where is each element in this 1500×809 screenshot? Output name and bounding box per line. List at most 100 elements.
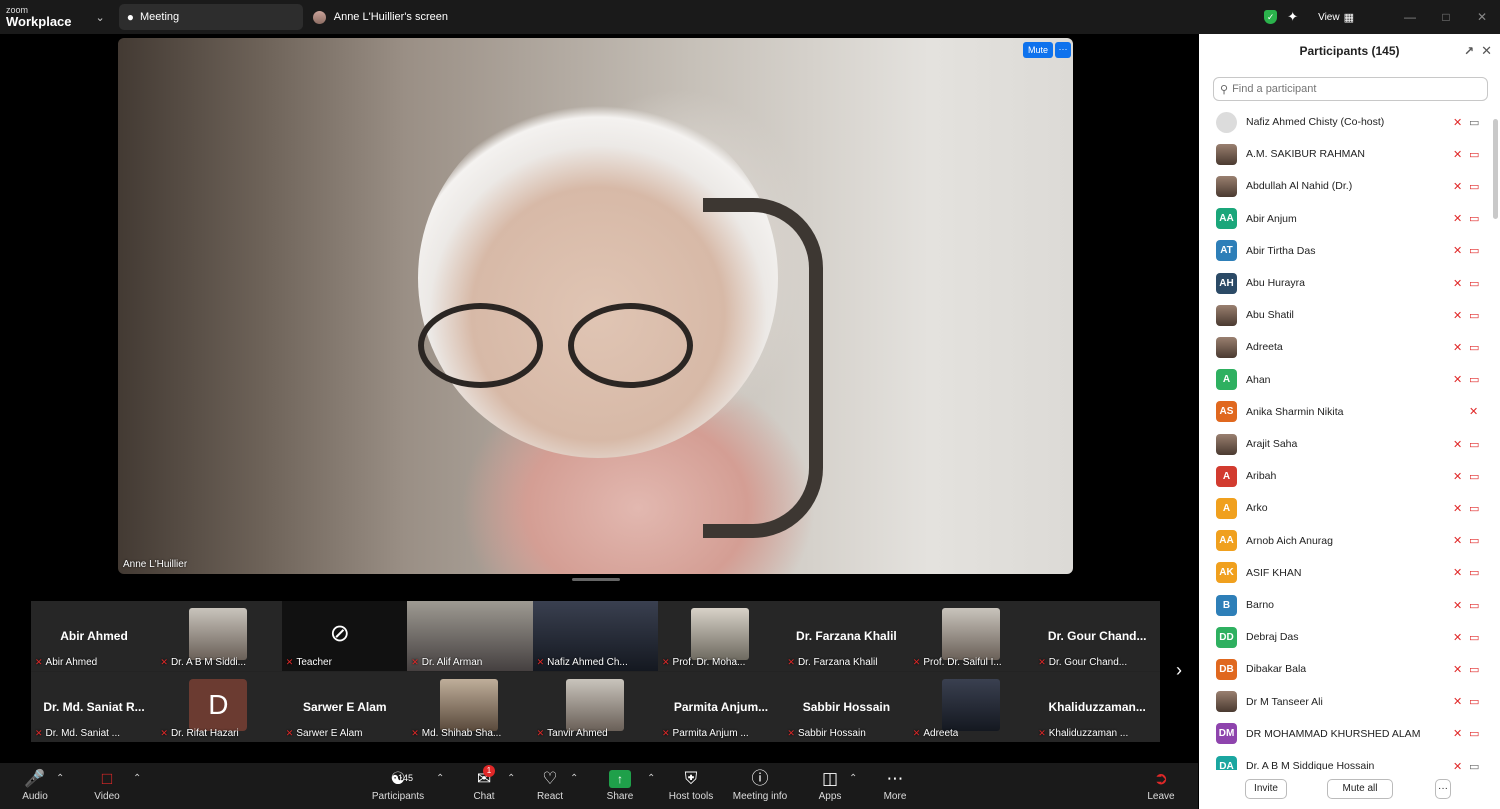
mic-off-icon[interactable]: ✕ [1453,244,1462,257]
list-item[interactable]: A Ahan ✕ ▭ [1199,364,1489,396]
mic-off-icon[interactable]: ✕ [1453,341,1462,354]
panel-more-button[interactable]: ··· [1435,779,1451,799]
participant-tile[interactable]: D ✕ Dr. Rifat Hazari [156,672,283,742]
tab-shared-screen[interactable]: Anne L'Huillier's screen [305,4,505,30]
list-item[interactable]: A.M. SAKIBUR RAHMAN ✕ ▭ [1199,138,1489,170]
video-off-icon[interactable]: ▭ [1469,534,1479,547]
mic-off-icon[interactable]: ✕ [1453,438,1462,451]
tab-meeting[interactable]: ● Meeting [118,4,303,30]
video-off-icon[interactable]: ▭ [1469,566,1479,579]
react-button[interactable]: ♡ React [536,767,564,802]
mic-off-icon[interactable]: ✕ [1453,148,1462,161]
video-off-icon[interactable]: ▭ [1469,212,1479,225]
video-off-icon[interactable]: ▭ [1469,631,1479,644]
list-item[interactable]: DA Dr. A B M Siddique Hossain ✕ ▭ [1199,750,1489,770]
mic-off-icon[interactable]: ✕ [1453,727,1462,740]
view-button[interactable]: View [1318,12,1340,23]
list-item[interactable]: Abdullah Al Nahid (Dr.) ✕ ▭ [1199,170,1489,202]
participant-tile[interactable]: ✕ Prof. Dr. Saiful I... [908,601,1035,671]
list-item[interactable]: A Aribah ✕ ▭ [1199,460,1489,492]
audio-button[interactable]: 🎤 Audio [18,767,52,802]
close-icon[interactable]: ✕ [1481,43,1492,59]
list-item[interactable]: AA Abir Anjum ✕ ▭ [1199,203,1489,235]
mic-off-icon[interactable]: ✕ [1453,760,1462,771]
minimize-icon[interactable]: — [1392,10,1428,24]
chevron-right-icon[interactable]: › [1176,660,1182,681]
mic-off-icon[interactable]: ✕ [1453,663,1462,676]
list-item[interactable]: AA Arnob Aich Anurag ✕ ▭ [1199,525,1489,557]
list-item[interactable]: Adreeta ✕ ▭ [1199,331,1489,363]
video-icon[interactable]: ▭ [1469,116,1479,129]
video-off-icon[interactable]: ▭ [1469,373,1479,386]
video-off-icon[interactable]: ▭ [1469,309,1479,322]
video-off-icon[interactable]: ▭ [1469,470,1479,483]
invite-button[interactable]: Invite [1245,779,1287,799]
participant-tile[interactable]: Parmita Anjum... ✕ Parmita Anjum ... [658,672,784,742]
list-item[interactable]: B Barno ✕ ▭ [1199,589,1489,621]
mic-off-icon[interactable]: ✕ [1453,180,1462,193]
chevron-up-icon[interactable]: ⌃ [570,773,578,784]
video-off-icon[interactable]: ▭ [1469,438,1479,451]
participant-tile[interactable]: ✕ Tanvir Ahmed [532,672,659,742]
mic-off-icon[interactable]: ✕ [1453,695,1462,708]
participant-tile[interactable]: ✕ Dr. Alif Arman [407,601,534,671]
participant-tile[interactable]: ⊘ ✕ Teacher [281,601,408,671]
leave-button[interactable]: ➲ Leave [1146,767,1176,802]
participant-tile[interactable]: ✕ Prof. Dr. Moha... [658,601,784,671]
mic-off-icon[interactable]: ✕ [1453,309,1462,322]
video-off-icon[interactable]: ▭ [1469,244,1479,257]
resize-handle[interactable] [572,578,620,581]
mic-off-icon[interactable]: ✕ [1453,373,1462,386]
chevron-up-icon[interactable]: ⌃ [436,773,444,784]
share-button[interactable]: ↑ Share [606,767,634,802]
list-item[interactable]: AK ASIF KHAN ✕ ▭ [1199,557,1489,589]
video-off-icon[interactable]: ▭ [1469,502,1479,515]
sparkle-icon[interactable]: ✦ [1287,9,1298,25]
mute-speaker-button[interactable]: Mute [1022,42,1053,58]
mic-off-icon[interactable]: ✕ [1469,405,1478,418]
list-item[interactable]: Dr M Tanseer Ali ✕ ▭ [1199,686,1489,718]
list-item[interactable]: DB Dibakar Bala ✕ ▭ [1199,653,1489,685]
scrollbar[interactable] [1493,119,1498,219]
speaker-more-button[interactable]: ··· [1055,42,1071,58]
mic-off-icon[interactable]: ✕ [1453,277,1462,290]
chevron-up-icon[interactable]: ⌃ [647,773,655,784]
participant-tile[interactable]: Dr. Farzana Khalil ✕ Dr. Farzana Khalil [783,601,910,671]
list-item[interactable]: DM DR MOHAMMAD KHURSHED ALAM ✕ ▭ [1199,718,1489,750]
video-off-icon[interactable]: ▭ [1469,663,1479,676]
video-off-icon[interactable]: ▭ [1469,277,1479,290]
video-off-icon[interactable]: ▭ [1469,180,1479,193]
participants-button[interactable]: ☯ 145 Participants [370,767,426,802]
mic-off-icon[interactable]: ✕ [1453,599,1462,612]
chevron-down-icon[interactable]: ⌄ [96,11,105,24]
mic-off-icon[interactable]: ✕ [1453,534,1462,547]
mute-all-button[interactable]: Mute all [1327,779,1393,799]
mic-off-icon[interactable]: ✕ [1453,470,1462,483]
participant-tile[interactable]: ✕ Adreeta [908,672,1035,742]
popout-icon[interactable]: ↗ [1464,44,1474,58]
chevron-up-icon[interactable]: ⌃ [133,773,141,784]
list-item[interactable]: A Arko ✕ ▭ [1199,492,1489,524]
video-off-icon[interactable]: ▭ [1469,599,1479,612]
participant-tile[interactable]: Dr. Md. Saniat R... ✕ Dr. Md. Saniat ... [31,672,157,742]
participant-tile[interactable]: ✕ Nafiz Ahmed Ch... [532,601,659,671]
chevron-up-icon[interactable]: ⌃ [507,773,515,784]
speaker-video[interactable]: Anne L'Huillier Mute ··· [118,38,1073,574]
mic-off-icon[interactable]: ✕ [1453,631,1462,644]
list-item[interactable]: AS Anika Sharmin Nikita ✕ [1199,396,1489,428]
participant-tile[interactable]: ✕ Md. Shihab Sha... [407,672,534,742]
maximize-icon[interactable]: □ [1428,10,1464,24]
participant-tile[interactable]: Dr. Gour Chand... ✕ Dr. Gour Chand... [1034,601,1161,671]
meeting-info-button[interactable]: ⓘ Meeting info [732,767,788,802]
participant-search[interactable]: ⚲ [1213,77,1488,101]
participant-tile[interactable]: Sarwer E Alam ✕ Sarwer E Alam [281,672,408,742]
list-item[interactable]: AT Abir Tirtha Das ✕ ▭ [1199,235,1489,267]
mic-off-icon[interactable]: ✕ [1453,212,1462,225]
participant-tile[interactable]: Sabbir Hossain ✕ Sabbir Hossain [783,672,910,742]
video-button[interactable]: □ Video [90,767,124,802]
grid-icon[interactable]: ▦ [1344,11,1354,24]
list-item[interactable]: Nafiz Ahmed Chisty (Co-host) ✕ ▭ [1199,106,1489,138]
shield-icon[interactable]: ✓ [1264,10,1278,24]
list-item[interactable]: Abu Shatil ✕ ▭ [1199,299,1489,331]
chevron-up-icon[interactable]: ⌃ [849,773,857,784]
